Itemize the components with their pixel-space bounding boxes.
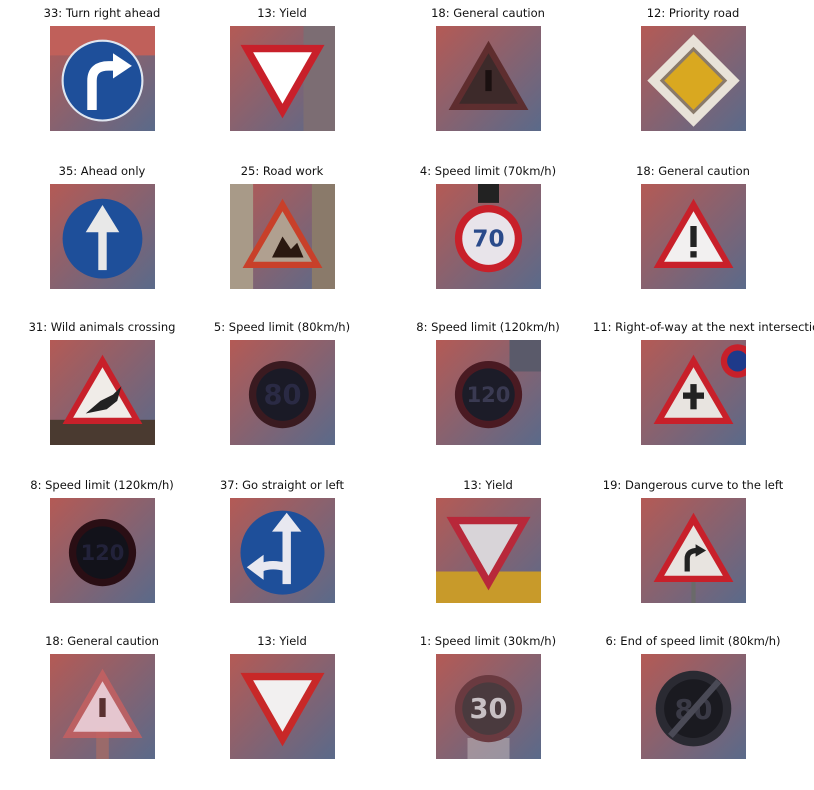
sign-image-ahead-only [50, 184, 155, 289]
sign-image-caution-pink [50, 654, 155, 759]
sign-caption: 35: Ahead only [58, 164, 146, 178]
svg-text:80: 80 [264, 380, 302, 411]
sign-image-end-80: 80 [641, 654, 746, 759]
svg-text:120: 120 [81, 541, 125, 565]
sign-caption: 25: Road work [240, 164, 324, 178]
sign-caption: 18: General caution [636, 164, 750, 178]
svg-text:30: 30 [470, 694, 508, 725]
sign-caption: 33: Turn right ahead [43, 6, 161, 20]
sign-caption: 4: Speed limit (70km/h) [419, 164, 557, 178]
sign-caption: 13: Yield [257, 6, 307, 20]
sign-image-speed-80: 80 [230, 340, 335, 445]
sign-caption: 19: Dangerous curve to the left [602, 478, 784, 492]
sign-caption: 12: Priority road [646, 6, 740, 20]
sign-image-caution-bright [641, 184, 746, 289]
sign-caption: 37: Go straight or left [219, 478, 345, 492]
sign-image-speed-30: 30 [436, 654, 541, 759]
sign-caption: 18: General caution [431, 6, 545, 20]
sign-image-curve-left [641, 498, 746, 603]
sign-caption: 5: Speed limit (80km/h) [213, 320, 351, 334]
sign-image-yield-mid [436, 498, 541, 603]
svg-text:120: 120 [467, 383, 511, 407]
sign-image-yield-warm [230, 654, 335, 759]
sign-image-priority [641, 26, 746, 131]
sign-image-yield-bright [230, 26, 335, 131]
sign-image-straight-left [230, 498, 335, 603]
sign-image-caution-dark [436, 26, 541, 131]
svg-text:70: 70 [472, 227, 504, 253]
sign-caption: 13: Yield [463, 478, 513, 492]
sign-image-right-of-way [641, 340, 746, 445]
sign-caption: 13: Yield [257, 634, 307, 648]
sign-caption: 8: Speed limit (120km/h) [416, 320, 560, 334]
sign-image-wild-animals [50, 340, 155, 445]
sign-image-speed-120-b: 120 [50, 498, 155, 603]
sign-caption: 18: General caution [45, 634, 159, 648]
sign-image-speed-120-a: 120 [436, 340, 541, 445]
sign-caption: 11: Right-of-way at the next intersectio… [593, 320, 814, 334]
sign-caption: 1: Speed limit (30km/h) [419, 634, 557, 648]
sign-image-speed-70: 70 [436, 184, 541, 289]
sign-caption: 31: Wild animals crossing [28, 320, 176, 334]
sign-caption: 8: Speed limit (120km/h) [30, 478, 174, 492]
sign-image-road-work [230, 184, 335, 289]
sign-caption: 6: End of speed limit (80km/h) [605, 634, 781, 648]
sign-image-turn-right [50, 26, 155, 131]
